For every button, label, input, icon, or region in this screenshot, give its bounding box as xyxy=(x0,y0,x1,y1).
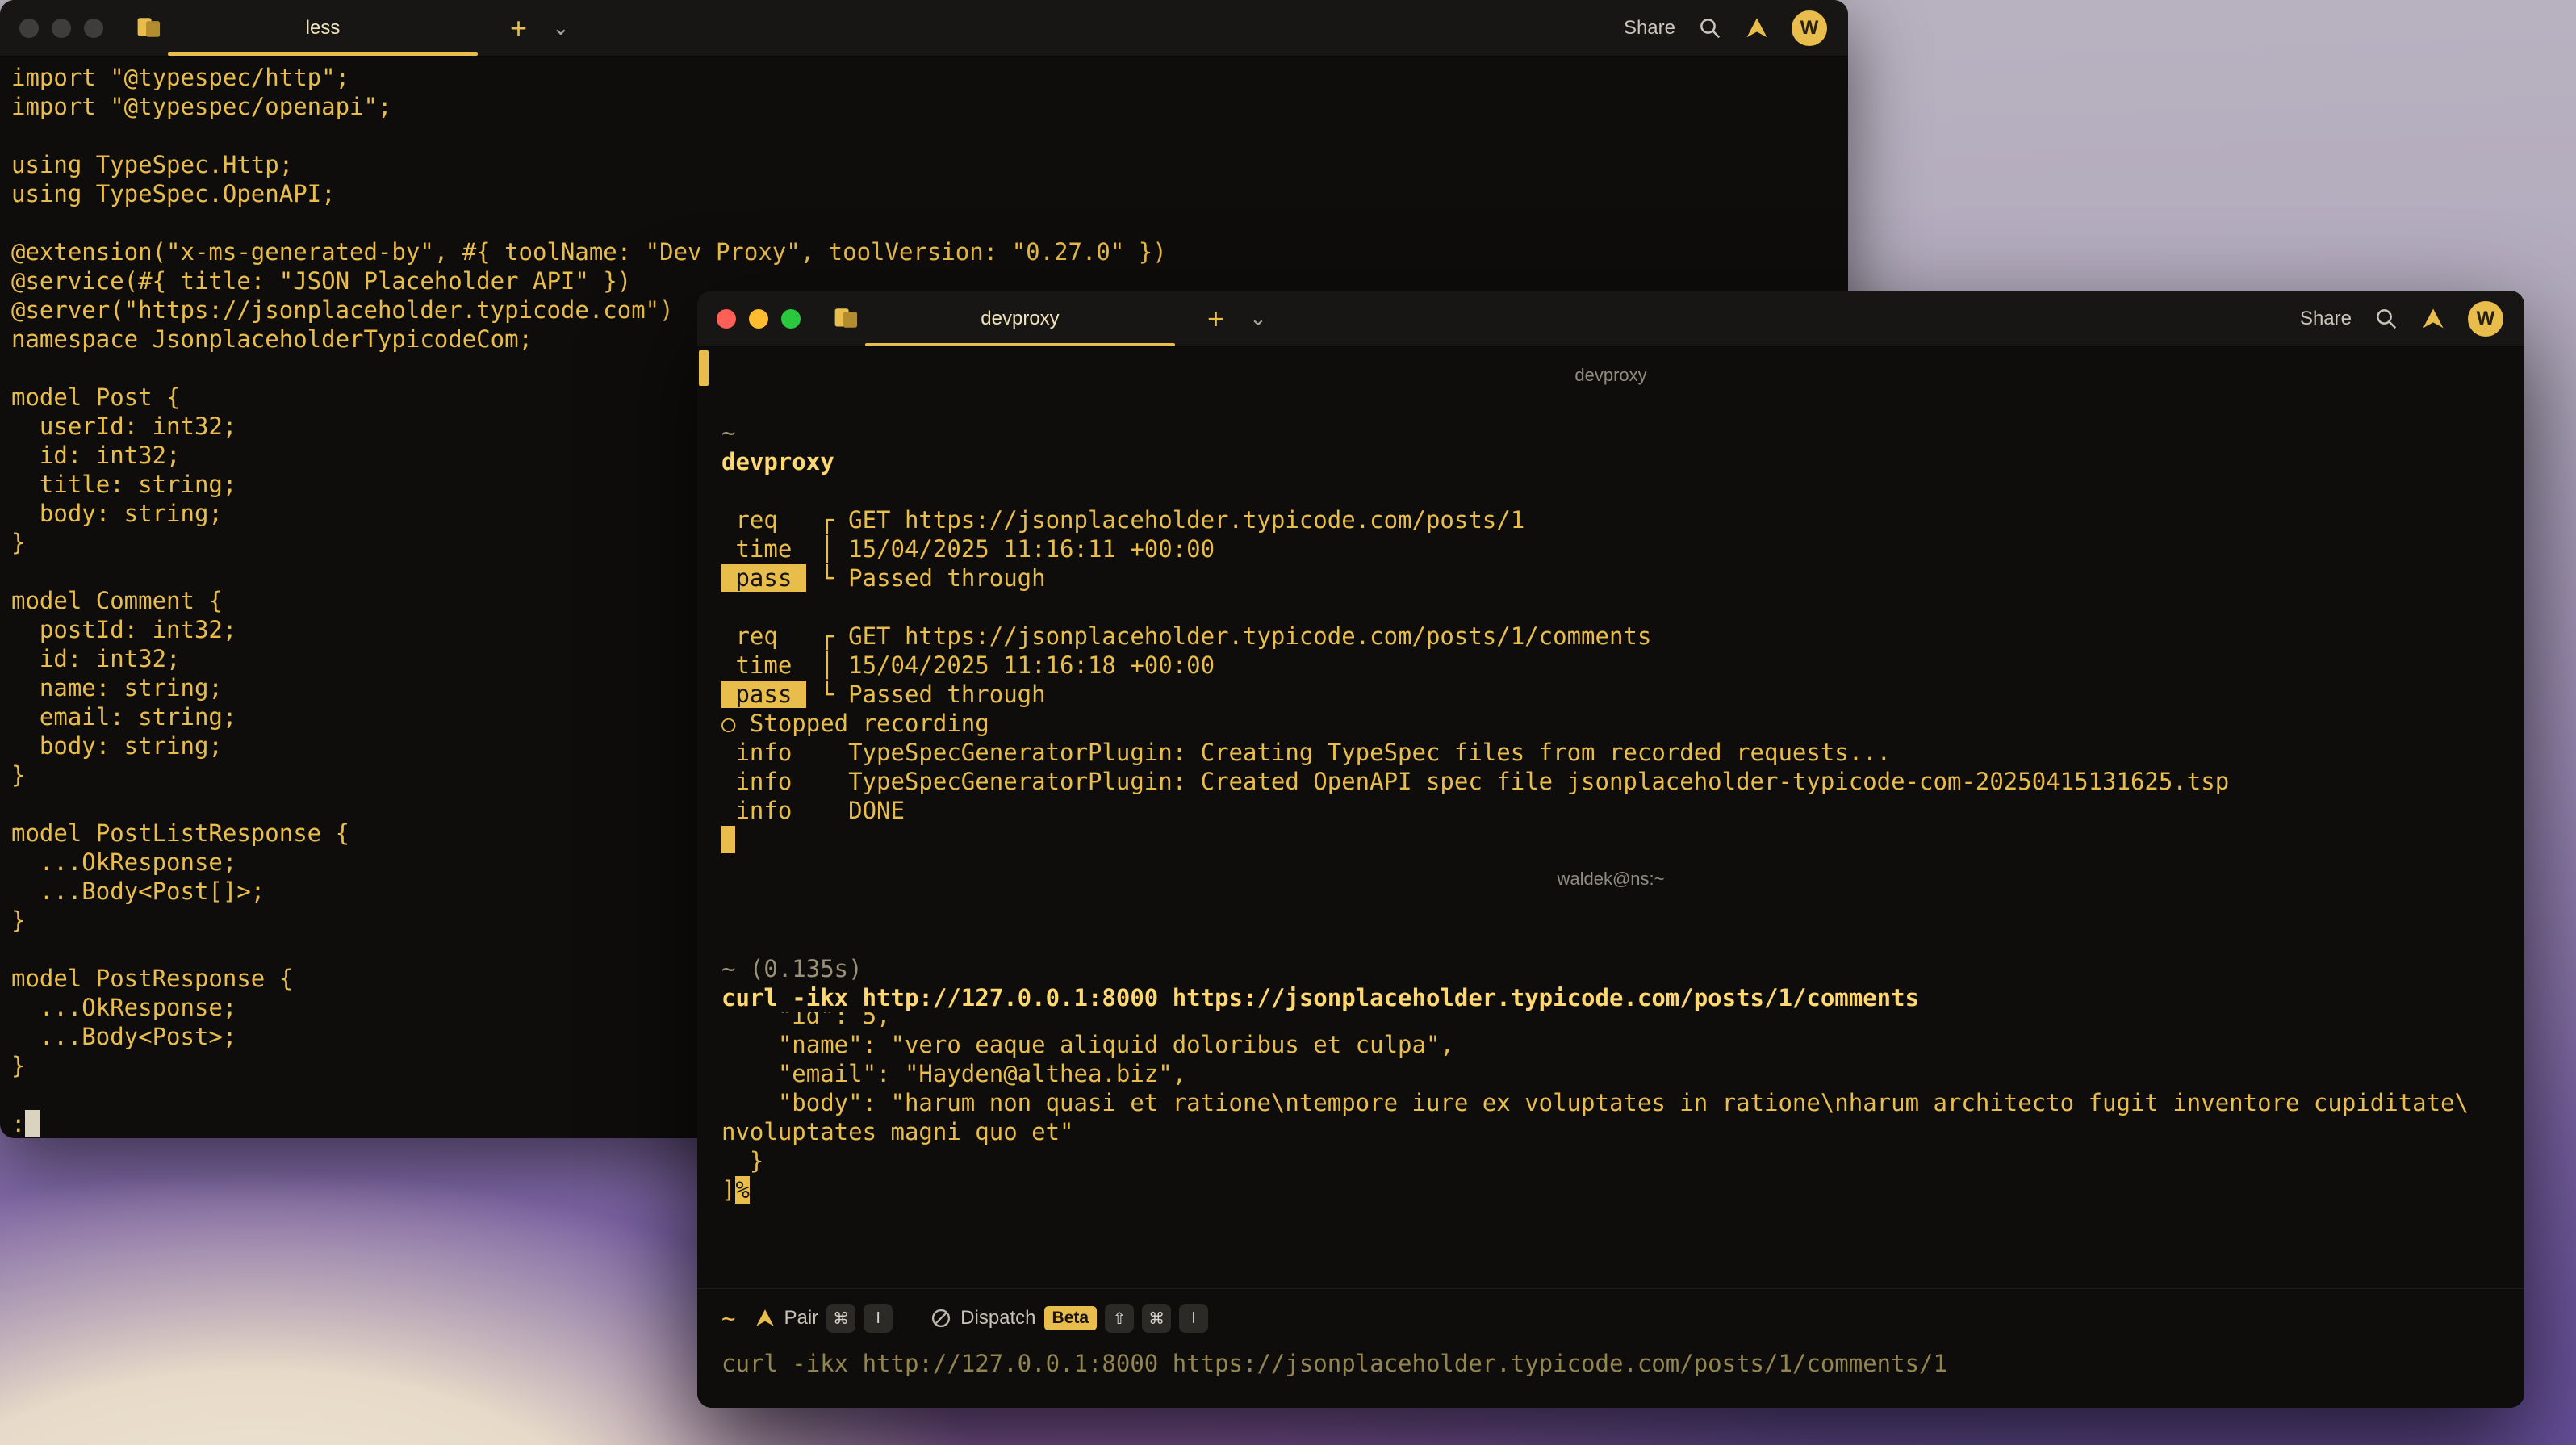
terminal-output-devproxy[interactable]: ~devproxy req ┌ GET https://jsonplacehol… xyxy=(697,418,2524,854)
close-button[interactable] xyxy=(19,19,39,38)
terminal-blocks: devproxy ~devproxy req ┌ GET https://jso… xyxy=(697,347,2524,1408)
new-tab-button[interactable]: + xyxy=(1207,291,1224,346)
terminal-line: using TypeSpec.OpenAPI; xyxy=(11,179,1848,208)
terminal-line: pass └ Passed through xyxy=(721,563,2524,593)
terminal-line: time │ 15/04/2025 11:16:18 +00:00 xyxy=(721,651,2524,680)
new-tab-button[interactable]: + xyxy=(510,0,527,56)
terminal-window-devproxy: devproxy + ⌄ Share W devproxy ~devproxy … xyxy=(697,291,2524,1408)
titlebar-actions: Share W xyxy=(2300,291,2503,346)
terminal-line: time │ 15/04/2025 11:16:11 +00:00 xyxy=(721,534,2524,563)
search-icon[interactable] xyxy=(2374,307,2398,331)
titlebar-actions: Share W xyxy=(1624,0,1827,56)
zoom-button[interactable] xyxy=(781,309,801,329)
terminal-line xyxy=(11,208,1848,237)
key-cmd: ⌘ xyxy=(826,1304,855,1333)
terminal-line: @extension("x-ms-generated-by", #{ toolN… xyxy=(11,237,1848,266)
close-button[interactable] xyxy=(717,309,736,329)
terminal-line: nvoluptates magni quo et" xyxy=(721,1117,2524,1146)
terminal-line xyxy=(11,121,1848,150)
warp-logo-icon[interactable] xyxy=(1745,16,1769,40)
terminal-line: info TypeSpecGeneratorPlugin: Creating T… xyxy=(721,738,2524,767)
prompt-tilde: ~ xyxy=(721,1305,735,1332)
key-cmd: ⌘ xyxy=(1142,1304,1171,1333)
minimize-button[interactable] xyxy=(749,309,768,329)
chevron-down-icon[interactable]: ⌄ xyxy=(1249,291,1267,346)
command-input[interactable]: curl -ikx http://127.0.0.1:8000 https://… xyxy=(721,1349,2500,1378)
dispatch-button[interactable]: Dispatch Beta ⇧ ⌘ I xyxy=(930,1304,1208,1333)
key-i: I xyxy=(1179,1304,1208,1333)
terminal-line: "id": 5, xyxy=(721,1012,2524,1030)
dispatch-label: Dispatch xyxy=(960,1307,1035,1330)
avatar[interactable]: W xyxy=(1792,10,1827,46)
zoom-button[interactable] xyxy=(84,19,103,38)
titlebar-less[interactable]: less + ⌄ Share W xyxy=(0,0,1848,57)
tab-devproxy[interactable]: devproxy xyxy=(859,291,1181,346)
terminal-line: ○ Stopped recording xyxy=(721,709,2524,738)
pair-button[interactable]: Pair ⌘ I xyxy=(755,1304,893,1333)
terminal-line: "body": "harum non quasi et ratione\ntem… xyxy=(721,1088,2524,1117)
terminal-line xyxy=(721,825,2524,854)
bookmarks-icon[interactable] xyxy=(136,15,163,44)
chevron-down-icon[interactable]: ⌄ xyxy=(552,0,570,56)
dispatch-icon xyxy=(930,1307,952,1330)
terminal-line: info TypeSpecGeneratorPlugin: Created Op… xyxy=(721,767,2524,796)
terminal-line: curl -ikx http://127.0.0.1:8000 https://… xyxy=(721,983,2524,1012)
terminal-line: devproxy xyxy=(721,447,2524,476)
tab-title: less xyxy=(306,17,341,40)
terminal-line xyxy=(721,593,2524,622)
titlebar-devproxy[interactable]: devproxy + ⌄ Share W xyxy=(697,291,2524,347)
traffic-lights xyxy=(19,19,103,38)
avatar[interactable]: W xyxy=(2468,301,2503,337)
terminal-line: ]% xyxy=(721,1175,2524,1204)
key-shift: ⇧ xyxy=(1105,1304,1134,1333)
bookmarks-icon[interactable] xyxy=(833,305,860,335)
footer-toolbar: ~ Pair ⌘ I Dispatch Beta ⇧ xyxy=(721,1300,2500,1336)
terminal-line: info DONE xyxy=(721,796,2524,825)
tab-less[interactable]: less xyxy=(161,0,484,56)
tab-title: devproxy xyxy=(981,308,1059,330)
block-header-devproxy: devproxy xyxy=(697,365,2524,387)
block-header-host: waldek@ns:~ xyxy=(697,869,2524,891)
beta-badge: Beta xyxy=(1044,1306,1098,1330)
terminal-line: using TypeSpec.Http; xyxy=(11,150,1848,179)
terminal-line: ~ xyxy=(721,418,2524,447)
terminal-footer: ~ Pair ⌘ I Dispatch Beta ⇧ xyxy=(697,1288,2524,1408)
traffic-lights xyxy=(717,309,801,329)
warp-logo-icon[interactable] xyxy=(2421,307,2445,331)
key-i: I xyxy=(864,1304,893,1333)
terminal-line xyxy=(721,476,2524,505)
share-button[interactable]: Share xyxy=(1624,17,1675,40)
minimize-button[interactable] xyxy=(52,19,71,38)
active-block-indicator xyxy=(699,350,709,386)
terminal-line: } xyxy=(721,1146,2524,1175)
share-button[interactable]: Share xyxy=(2300,308,2352,330)
terminal-line: "email": "Hayden@althea.biz", xyxy=(721,1059,2524,1088)
search-icon[interactable] xyxy=(1698,16,1722,40)
terminal-output-curl[interactable]: ~ (0.135s)curl -ikx http://127.0.0.1:800… xyxy=(697,954,2524,1204)
terminal-line: ~ (0.135s) xyxy=(721,954,2524,983)
warp-pair-icon xyxy=(755,1308,776,1329)
terminal-line: import "@typespec/openapi"; xyxy=(11,92,1848,121)
terminal-line: req ┌ GET https://jsonplaceholder.typico… xyxy=(721,505,2524,534)
terminal-line: "name": "vero eaque aliquid doloribus et… xyxy=(721,1030,2524,1059)
terminal-line: import "@typespec/http"; xyxy=(11,63,1848,92)
pair-label: Pair xyxy=(784,1307,818,1330)
terminal-line: pass └ Passed through xyxy=(721,680,2524,709)
terminal-line: req ┌ GET https://jsonplaceholder.typico… xyxy=(721,622,2524,651)
